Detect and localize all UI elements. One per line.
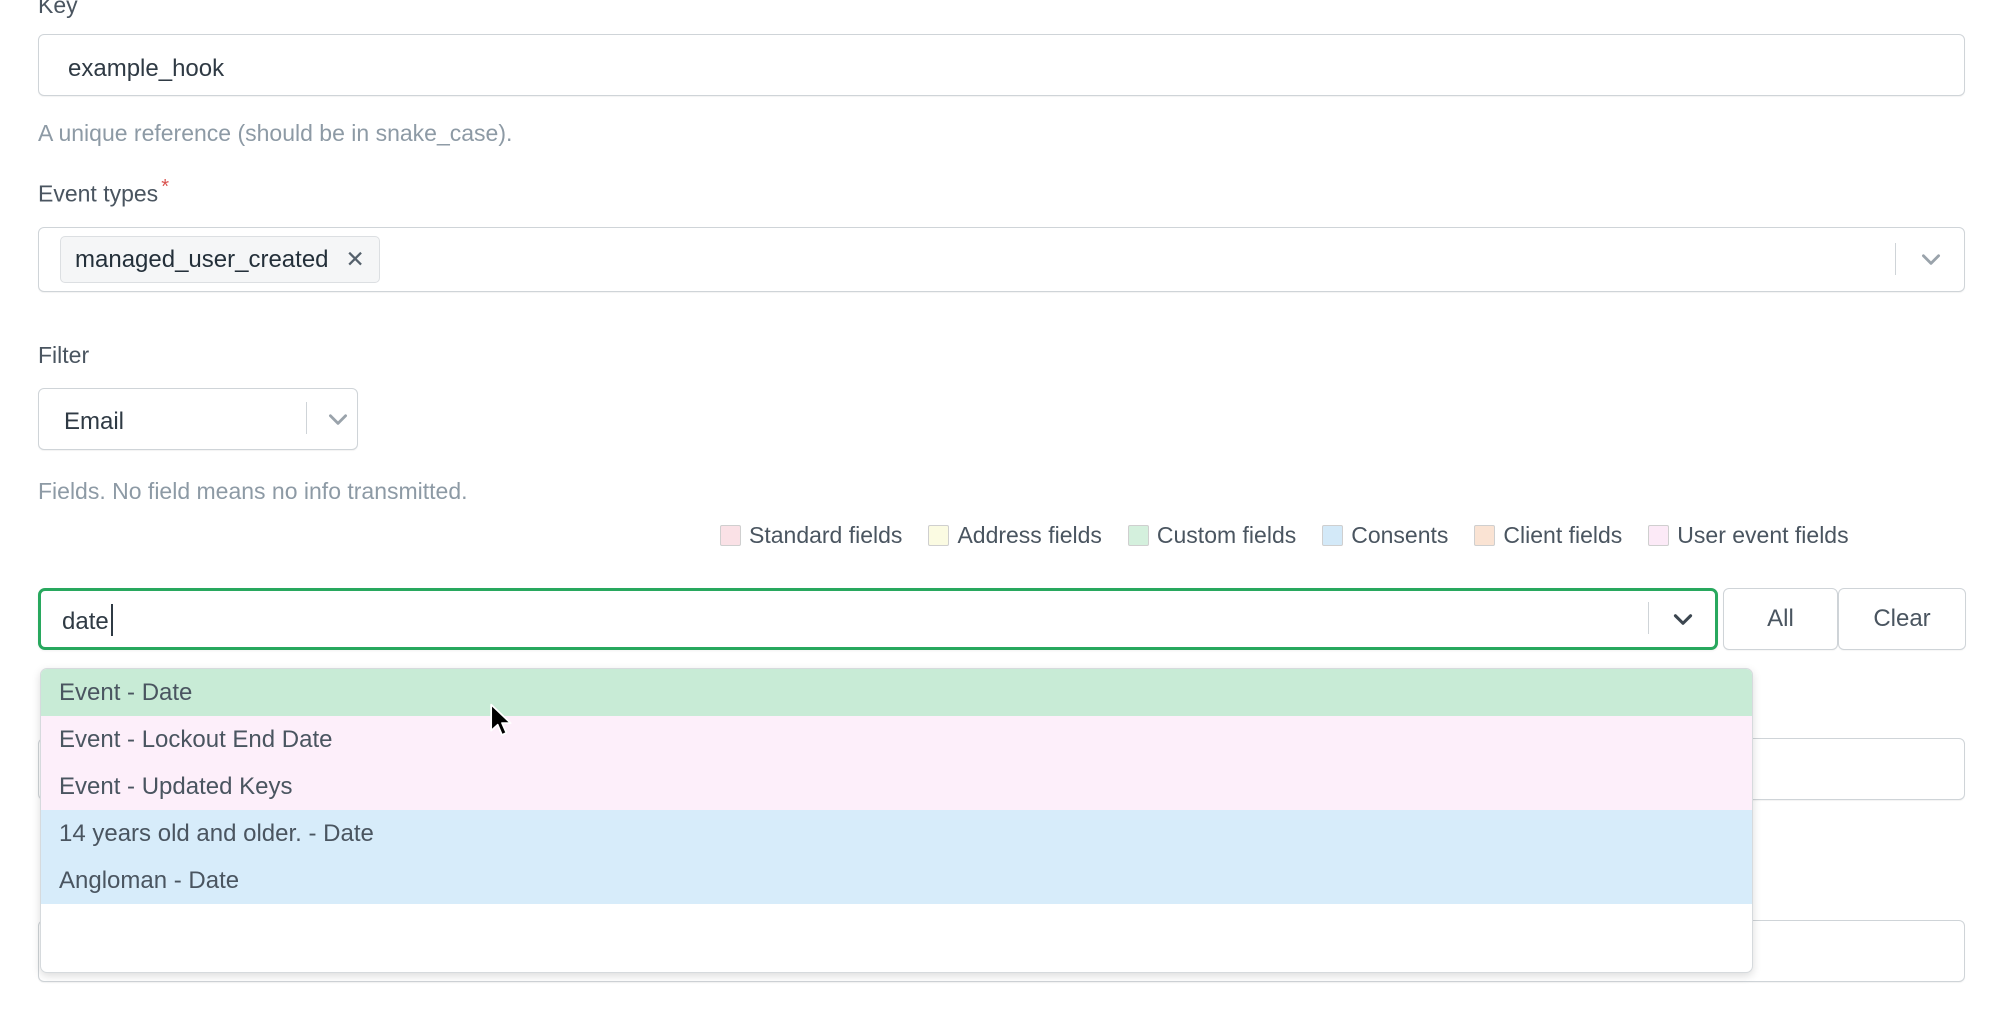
webhook-form-page: Key example_hook A unique reference (sho… (0, 0, 2000, 1012)
legend-swatch-icon (1322, 525, 1344, 546)
legend-item: Standard fields (720, 522, 902, 549)
legend-swatch-icon (928, 525, 950, 546)
legend-item: Custom fields (1127, 522, 1297, 549)
legend-item-label: Custom fields (1156, 522, 1297, 548)
clear-button[interactable]: Clear (1838, 588, 1966, 650)
filter-select-value: Email (64, 408, 125, 435)
event-types-divider (1895, 243, 1896, 275)
legend-item-label: Consents (1351, 522, 1449, 548)
legend-item-label: Client fields (1503, 522, 1623, 548)
event-types-label: Event types * (38, 176, 169, 208)
dropdown-option-label: Event - Updated Keys (59, 772, 293, 800)
chevron-down-icon[interactable] (1670, 606, 1696, 632)
fields-search-value: date (62, 608, 109, 635)
dropdown-option-label: Event - Lockout End Date (59, 725, 333, 753)
key-field-helper: A unique reference (should be in snake_c… (38, 120, 513, 146)
legend-item-label: User event fields (1677, 522, 1849, 548)
legend-swatch-icon (1474, 525, 1496, 546)
chevron-down-icon[interactable] (1918, 246, 1944, 272)
dropdown-option[interactable]: Angloman - Date (41, 857, 1752, 904)
dropdown-option[interactable]: Event - Date (41, 669, 1752, 716)
all-button[interactable]: All (1723, 588, 1838, 650)
dropdown-option-label: 14 years old and older. - Date (59, 819, 374, 847)
fields-search-input[interactable] (38, 588, 1718, 650)
key-input-value: example_hook (68, 55, 225, 82)
event-types-label-text: Event types (38, 180, 159, 207)
dropdown-option[interactable]: Event - Updated Keys (41, 763, 1752, 810)
key-field-label-text: Key (38, 0, 78, 18)
key-input[interactable] (38, 34, 1965, 96)
legend-item-label: Standard fields (749, 522, 903, 548)
fields-section-helper: Fields. No field means no info transmitt… (38, 478, 468, 504)
legend-item: Client fields (1474, 522, 1622, 549)
event-type-chip-label: managed_user_created (75, 245, 329, 273)
dropdown-option[interactable]: 14 years old and older. - Date (41, 810, 1752, 857)
dropdown-option-label: Event - Date (59, 678, 193, 706)
fields-dropdown-list[interactable]: Event - Date Event - Lockout End Date Even… (40, 668, 1753, 973)
filter-select-divider (306, 402, 307, 434)
legend-swatch-icon (720, 525, 741, 546)
dropdown-option-label: Angloman - Date (59, 866, 240, 894)
filter-label-text: Filter (38, 342, 90, 368)
event-type-chip[interactable]: managed_user_created ✕ (60, 236, 380, 283)
text-caret (110, 604, 113, 636)
filter-label: Filter (38, 342, 89, 369)
legend-item: Address fields (928, 522, 1102, 549)
fields-search-divider (1648, 602, 1649, 634)
required-asterisk-icon: * (161, 176, 169, 198)
legend-item-label: Address fields (957, 522, 1102, 548)
legend-swatch-icon (1648, 525, 1670, 546)
legend-item: User event fields (1648, 522, 1849, 549)
chevron-down-icon[interactable] (325, 406, 351, 432)
dropdown-option[interactable]: Event - Lockout End Date (41, 716, 1752, 763)
field-category-legend: Standard fields Address fields Custom fiel… (720, 522, 1849, 549)
legend-item: Consents (1322, 522, 1448, 549)
legend-swatch-icon (1127, 525, 1149, 546)
key-field-label: Key (38, 0, 78, 19)
close-x-icon[interactable]: ✕ (346, 246, 365, 273)
